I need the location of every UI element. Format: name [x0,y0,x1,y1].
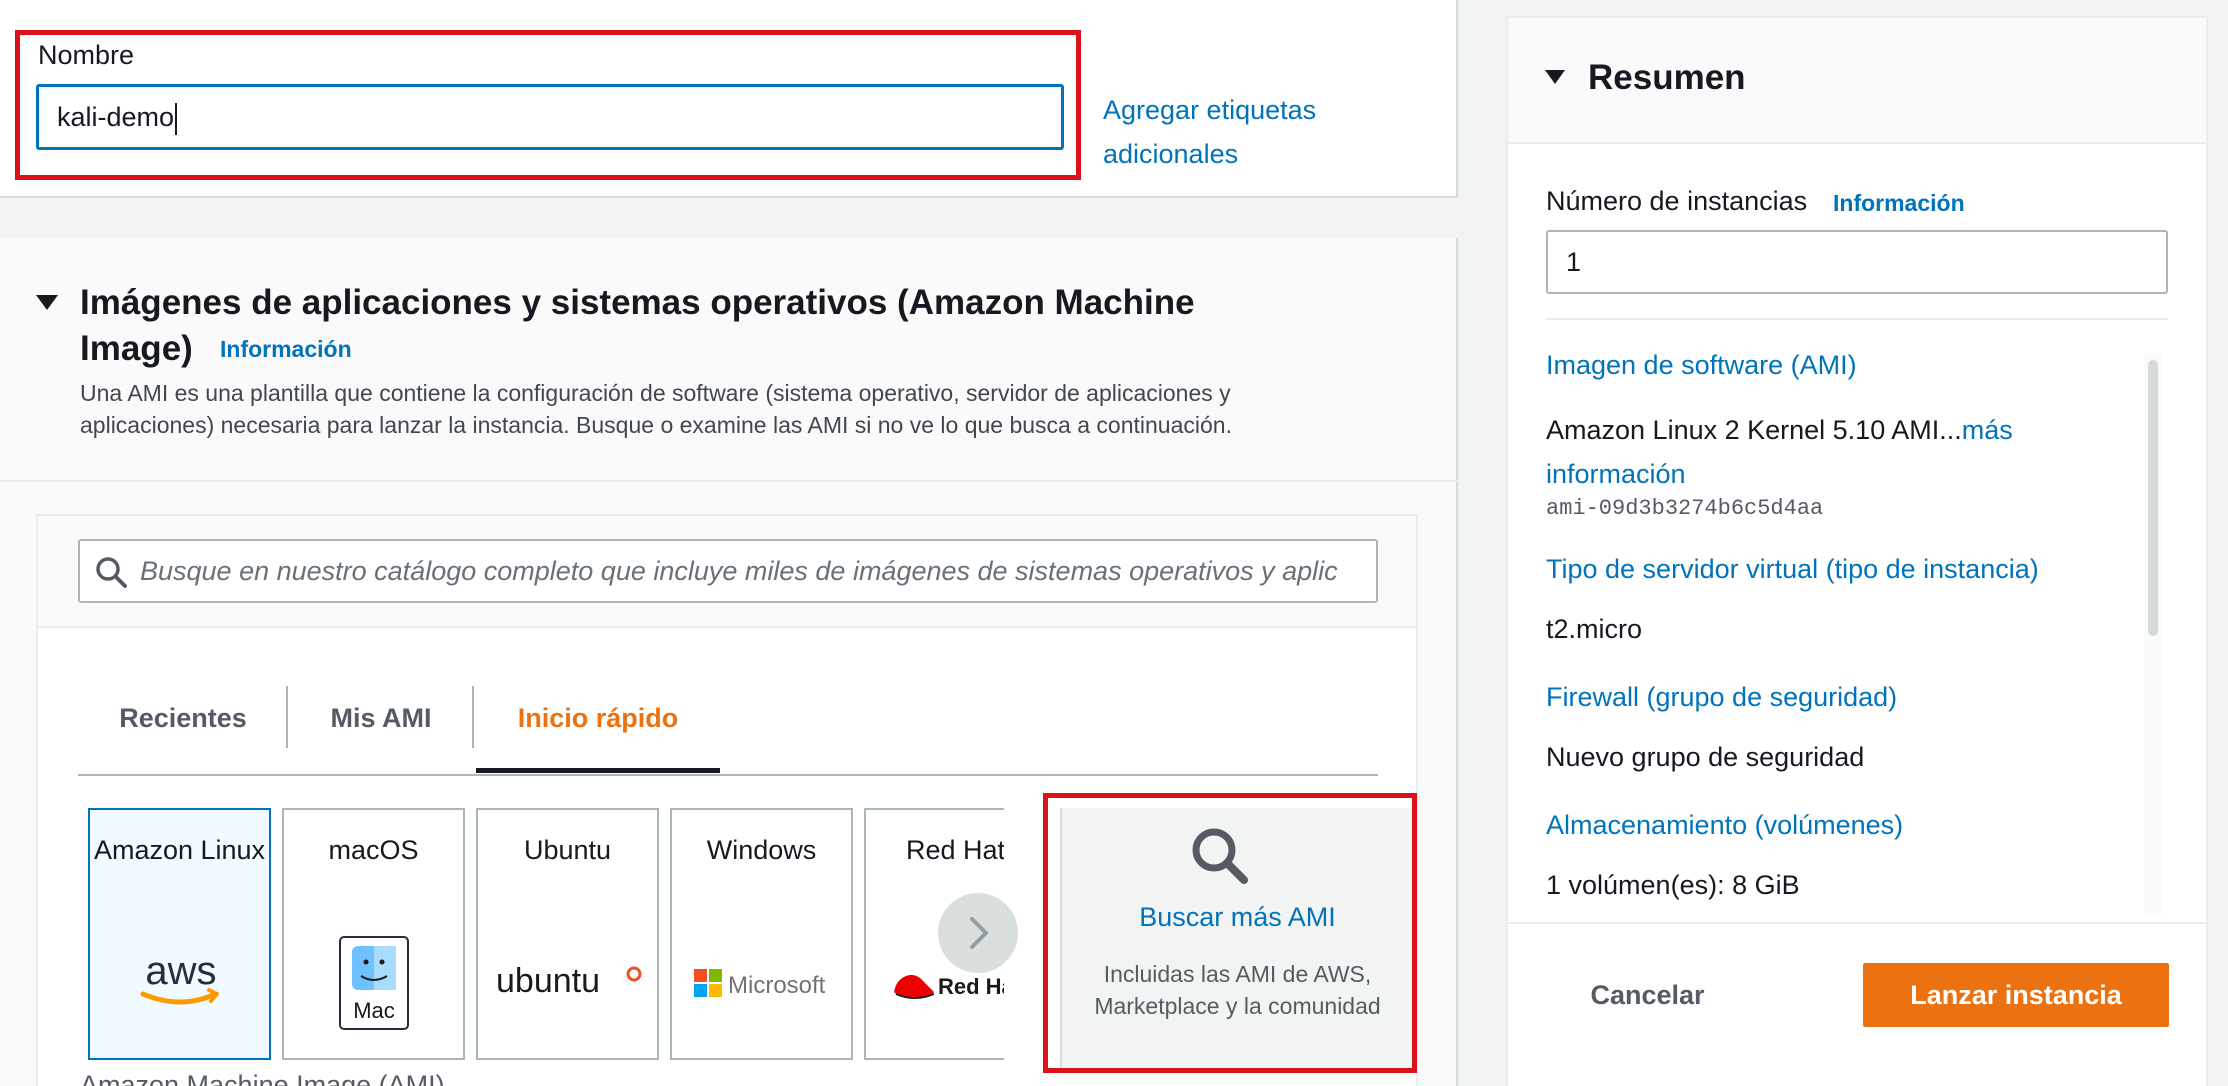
divider [0,480,1458,482]
active-tab-indicator [476,768,720,773]
divider [1546,318,2168,320]
browse-more-highlight-box [1043,793,1417,1073]
tab-separator [472,686,474,748]
svg-text:Microsoft: Microsoft [728,972,826,999]
instances-label: Número de instancias [1546,186,1808,216]
tab-recientes[interactable]: Recientes [80,680,286,774]
add-tags-link[interactable]: Agregar etiquetas adicionales [1103,88,1403,176]
os-card-label: Amazon Linux [93,835,266,865]
os-card-windows[interactable]: Windows Microsoft [670,808,853,1060]
os-card-label: Ubuntu [523,835,612,865]
ami-field-label: Amazon Machine Image (AMI) [80,1070,445,1086]
ami-id: ami-09d3b3274b6c5d4aa [1546,496,1824,521]
ami-search-input[interactable] [140,545,1360,597]
carousel-next-button[interactable] [938,893,1018,973]
name-input[interactable]: kali-demo [36,84,1064,150]
instances-info-link[interactable]: Información [1833,190,1965,217]
firewall-link[interactable]: Firewall (grupo de seguridad) [1546,682,1897,713]
svg-text:ubuntu: ubuntu [496,962,600,1000]
microsoft-logo-icon: Microsoft [694,969,826,999]
software-image-value: Amazon Linux 2 Kernel 5.10 AMI...más inf… [1546,408,2106,496]
os-card-amazon-linux[interactable]: Amazon Linux aws [88,808,271,1060]
name-input-value: kali-demo [57,102,175,132]
os-card-ubuntu[interactable]: Ubuntu ubuntu [476,808,659,1060]
server-type-link[interactable]: Tipo de servidor virtual (tipo de instan… [1546,554,2039,585]
search-icon [96,557,127,588]
tab-inicio-rapido[interactable]: Inicio rápido [476,680,720,774]
name-label: Nombre [38,40,135,70]
server-type-value: t2.micro [1546,614,1643,644]
firewall-value: Nuevo grupo de seguridad [1546,742,1865,772]
summary-details: Imagen de software (AMI) Amazon Linux 2 … [1546,350,2158,916]
ami-info-link[interactable]: Información [220,336,352,363]
ubuntu-logo-icon: ubuntu [496,962,642,1000]
svg-text:Red Hat: Red Hat [938,974,1004,999]
os-card-label: macOS [328,835,419,865]
scrollbar-thumb[interactable] [2148,360,2158,636]
chevron-right-icon [970,917,988,949]
os-card-label: Windows [706,835,817,865]
text-caret [175,102,178,135]
collapse-triangle-icon[interactable] [1545,70,1565,84]
tab-mis-ami[interactable]: Mis AMI [290,680,472,774]
divider [1508,922,2206,924]
os-card-label: Red Hat [906,835,1004,865]
ami-description: Una AMI es una plantilla que contiene la… [80,380,1232,438]
cancel-button[interactable]: Cancelar [1565,963,1730,1027]
svg-text:aws: aws [145,949,216,993]
mac-finder-icon: Mac [339,936,409,1030]
storage-link[interactable]: Almacenamiento (volúmenes) [1546,810,1903,841]
software-image-link[interactable]: Imagen de software (AMI) [1546,350,1857,381]
tab-separator [286,686,288,748]
os-card-macos[interactable]: macOS Mac [282,808,465,1060]
tabs-baseline [78,774,1378,776]
instances-input[interactable] [1546,230,2168,294]
svg-text:Mac: Mac [353,998,395,1023]
collapse-triangle-icon[interactable] [36,295,58,310]
aws-logo-icon: aws [140,949,219,1005]
summary-title: Resumen [1588,58,1746,97]
software-image-name: Amazon Linux 2 Kernel 5.10 AMI... [1546,415,1962,445]
launch-instance-button[interactable]: Lanzar instancia [1863,963,2169,1027]
storage-value: 1 volúmen(es): 8 GiB [1546,870,1800,900]
